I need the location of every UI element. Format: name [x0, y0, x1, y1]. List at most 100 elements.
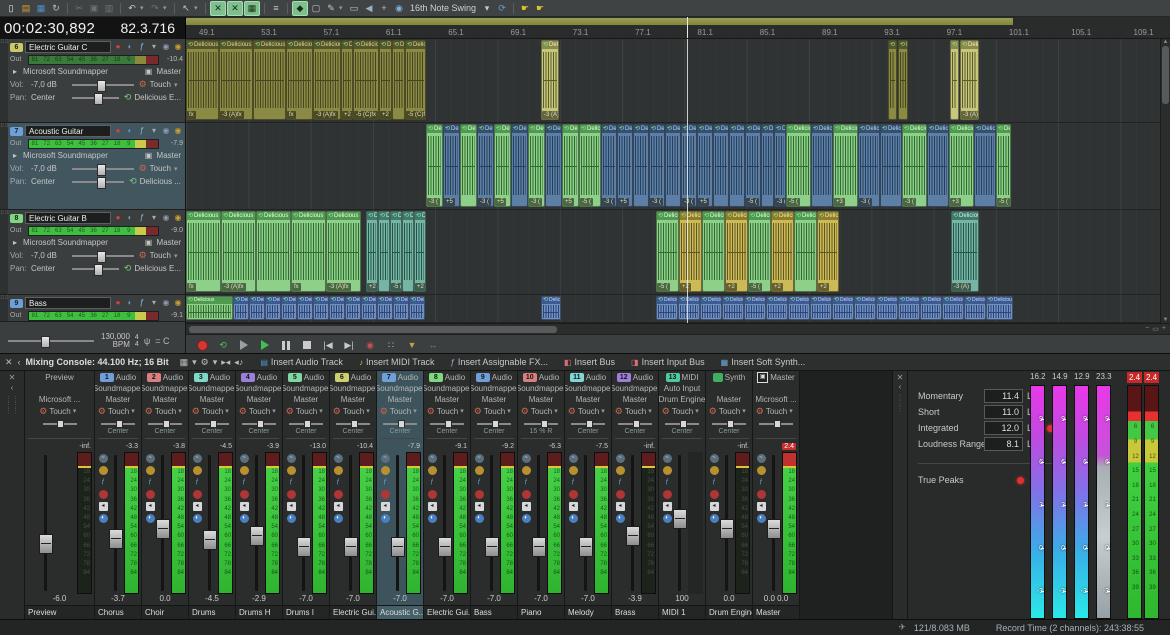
channel-fader[interactable]	[532, 452, 545, 594]
pan-slider[interactable]	[524, 423, 558, 425]
pan-slider-handle[interactable]	[163, 420, 170, 428]
track-name-field[interactable]: Electric Guitar B	[25, 212, 111, 224]
mute-icon[interactable]: ◐	[334, 514, 343, 523]
input-monitor-icon[interactable]: ◂	[616, 502, 625, 511]
play-preview-button[interactable]	[238, 338, 250, 352]
track-header[interactable]: ⣿⣿8Electric Guitar B●◐ƒ▾◉◉Out81726354453…	[0, 210, 185, 295]
channel-fader[interactable]	[673, 452, 686, 594]
record-arm-icon[interactable]	[193, 490, 202, 499]
strip-input-row[interactable]: Soundmapper	[518, 383, 564, 394]
volume-slider[interactable]	[72, 255, 134, 257]
fx-icon[interactable]: ƒ	[428, 478, 437, 487]
copy-icon[interactable]: ▣	[87, 2, 101, 15]
tempo-display[interactable]: 130,000 BPM	[101, 333, 130, 349]
audio-clip[interactable]: ⟲Delicious	[811, 124, 833, 207]
fx-icon[interactable]: ƒ	[240, 478, 249, 487]
clip-header[interactable]: ⟲Delicious	[298, 297, 312, 304]
automation-dropdown-icon[interactable]: ▾	[413, 407, 420, 415]
fx-icon[interactable]: ƒ	[710, 478, 719, 487]
volume-value[interactable]: -7,0 dB	[31, 80, 67, 89]
pan-slider[interactable]	[242, 423, 276, 425]
audio-clip[interactable]: ⟲Delicious	[898, 40, 908, 120]
clip-header[interactable]: ⟲Delicious	[703, 212, 724, 220]
channel-strip[interactable]: Preview Microsoft ...⚙Touch▾ -inf.182430…	[25, 371, 95, 619]
clip-header[interactable]: ⟲Delicious	[657, 297, 677, 304]
volume-slider[interactable]	[72, 84, 134, 86]
record-arm-icon[interactable]	[475, 490, 484, 499]
clip-header[interactable]: ⟲Delicious	[818, 212, 838, 220]
clip-header[interactable]: ⟲Delicious	[346, 297, 360, 304]
channel-strip[interactable]: 4AudioSoundmapperMaster⚙Touch▾Center-3.9…	[236, 371, 283, 619]
clip-header[interactable]: ⟲Delicious	[714, 125, 728, 133]
undo-icon[interactable]: ↶	[125, 2, 139, 15]
fader-handle[interactable]	[438, 537, 452, 557]
clip-header[interactable]: ⟲Delicious	[546, 125, 561, 133]
mute-icon[interactable]: ◐	[616, 514, 625, 523]
audio-clip[interactable]: ⟲Delicious	[281, 296, 297, 320]
mute-icon[interactable]: ◐	[710, 514, 719, 523]
mute-icon[interactable]: ◐	[475, 514, 484, 523]
record-arm-icon[interactable]	[710, 490, 719, 499]
automation-gear-icon[interactable]: ⚙	[139, 163, 147, 174]
gain-knob-icon[interactable]	[193, 466, 202, 475]
input-monitor-icon[interactable]: ◂	[475, 502, 484, 511]
audio-clip[interactable]: ⟲Delicious	[950, 40, 959, 120]
strip-input-row[interactable]: Auto Input	[659, 383, 705, 394]
audio-clip[interactable]: ⟲Delicious	[810, 296, 832, 320]
groove-quantize-selector[interactable]: 16th Note Swing	[407, 3, 479, 13]
fader-handle[interactable]	[532, 537, 546, 557]
clip-header[interactable]: ⟲Delicious	[997, 125, 1010, 133]
gain-knob-icon[interactable]	[334, 466, 343, 475]
clip-header[interactable]: ⟲Delicious	[943, 297, 963, 304]
interleave-icon[interactable]: ~	[334, 454, 343, 463]
fx-icon[interactable]: ƒ	[663, 478, 672, 487]
audio-clip[interactable]: ⟲Delicious-3 (A)fx	[326, 211, 361, 292]
clip-header[interactable]: ⟲Delicious	[257, 212, 290, 220]
clip-header[interactable]: ⟲Delicious	[220, 41, 252, 49]
audio-clip[interactable]: ⟲Delicious-3 (A)	[951, 211, 979, 292]
clip-header[interactable]: ⟲Delicious	[542, 41, 558, 49]
dropdown-icon[interactable]: ▾	[149, 126, 159, 136]
fx-bypass-icon[interactable]: ƒ	[137, 213, 147, 223]
clip-header[interactable]: ⟲Delicious	[250, 297, 264, 304]
audio-clip[interactable]: ⟲Delicious-3 (A)fx	[219, 40, 253, 120]
pan-slider-handle[interactable]	[257, 420, 264, 428]
clip-header[interactable]: ⟲Delicious	[634, 125, 648, 133]
strip-name[interactable]: Piano	[518, 605, 564, 619]
channel-fader[interactable]	[438, 452, 451, 594]
channel-fader[interactable]	[767, 452, 780, 594]
dropdown-arrow-icon[interactable]: ▾	[339, 4, 346, 12]
ruler-playhead[interactable]	[687, 17, 688, 38]
audio-clip[interactable]: ⟲Delicious	[986, 296, 1013, 320]
strip-input-row[interactable]: Soundmapper	[283, 383, 329, 394]
clip-header[interactable]: ⟲Delicious	[292, 212, 325, 220]
channel-strip[interactable]: 5AudioSoundmapperMaster⚙Touch▾Center-13.…	[283, 371, 330, 619]
channel-strip[interactable]: 13MIDIAuto InputDrum Engine⚙Touch▾Center…	[659, 371, 706, 619]
vertical-scrollbar[interactable]: ▲ ▼	[1160, 39, 1170, 323]
gain-knob-icon[interactable]	[146, 466, 155, 475]
clip-header[interactable]: ⟲Delicious	[393, 41, 404, 49]
automation-mode[interactable]: Touch	[150, 80, 171, 89]
input-monitor-icon[interactable]: ◂	[381, 502, 390, 511]
automation-gear-icon[interactable]: ⚙	[709, 406, 717, 417]
automation-dropdown-icon[interactable]: ▾	[460, 407, 467, 415]
automation-mode[interactable]: Touch	[625, 407, 646, 416]
clip-header[interactable]: ⟲Delicious	[187, 212, 220, 220]
pan-slider[interactable]	[618, 423, 652, 425]
pan-value[interactable]: Center	[31, 93, 67, 102]
clip-header[interactable]: ⟲Delicious	[859, 125, 879, 133]
fader-handle[interactable]	[344, 537, 358, 557]
smart-tool-icon[interactable]: ↖	[179, 2, 193, 15]
record-arm-icon[interactable]	[240, 490, 249, 499]
input-monitor-icon[interactable]: ◂	[710, 502, 719, 511]
automation-mode[interactable]: Touch	[390, 407, 411, 416]
gain-knob-icon[interactable]	[757, 466, 766, 475]
timeline[interactable]: ⟲Deliciousfx⟲Delicious-3 (A)fx⟲Delicious…	[186, 39, 1170, 353]
tempo-slider[interactable]	[8, 340, 94, 342]
pan-slider[interactable]	[712, 423, 746, 425]
horizontal-scroll-thumb[interactable]	[189, 326, 557, 333]
strip-input-row[interactable]: Soundmapper	[95, 383, 141, 394]
audio-clip[interactable]: ⟲Delicious	[766, 296, 788, 320]
clip-header[interactable]: ⟲Delicious	[415, 212, 425, 220]
automation-mode[interactable]: Touch	[719, 407, 740, 416]
